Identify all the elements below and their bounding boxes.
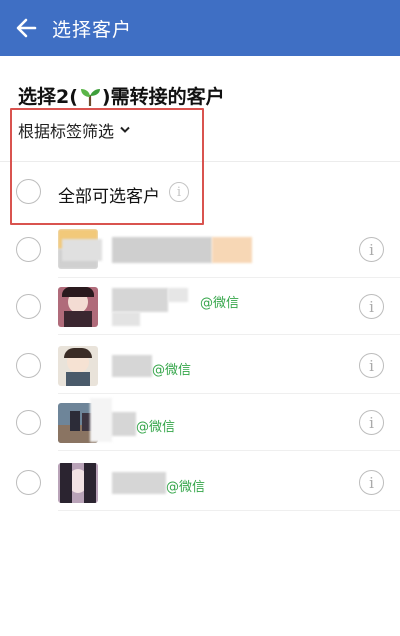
customer-row[interactable]: @微信 i (0, 394, 400, 451)
blurred-name (112, 355, 152, 377)
customer-row[interactable]: @微信 i (0, 278, 400, 335)
customer-radio[interactable] (16, 410, 41, 435)
customer-info-icon[interactable]: i (359, 237, 384, 262)
blurred-name (112, 237, 212, 263)
blurred-name (90, 398, 112, 442)
wechat-tag: @微信 (166, 480, 206, 495)
customer-info-icon[interactable]: i (359, 353, 384, 378)
customer-info-icon[interactable]: i (359, 470, 384, 495)
wechat-tag: @微信 (152, 363, 192, 378)
wechat-tag: @微信 (136, 420, 176, 435)
wechat-tag: @微信 (200, 296, 240, 311)
customer-radio[interactable] (16, 353, 41, 378)
blurred-name (112, 412, 136, 436)
customer-radio[interactable] (16, 294, 41, 319)
divider (58, 510, 400, 511)
back-button[interactable] (0, 0, 52, 56)
blurred-name (62, 239, 102, 261)
divider (58, 334, 400, 335)
heading-prefix: 选择2( (18, 86, 78, 108)
transfer-heading: 选择2( )需转接的客户 (18, 82, 225, 109)
app-bar: 选择客户 (0, 0, 400, 56)
blurred-name (112, 472, 166, 494)
blurred-name (212, 237, 252, 263)
customer-row[interactable]: i (0, 221, 400, 278)
customer-avatar (58, 287, 98, 327)
customer-avatar (58, 346, 98, 386)
customer-avatar (58, 463, 98, 503)
customer-row[interactable]: @微信 i (0, 454, 400, 511)
divider (58, 450, 400, 451)
sprout-icon (80, 88, 100, 106)
customer-radio[interactable] (16, 470, 41, 495)
back-arrow-icon (16, 18, 37, 38)
blurred-name (112, 288, 168, 312)
customer-row[interactable]: @微信 i (0, 337, 400, 394)
blurred-name (112, 312, 140, 326)
highlight-box (10, 108, 204, 225)
heading-suffix: )需转接的客户 (101, 86, 225, 108)
customer-info-icon[interactable]: i (359, 294, 384, 319)
blurred-name (168, 288, 188, 302)
page-title: 选择客户 (52, 18, 133, 41)
customer-info-icon[interactable]: i (359, 410, 384, 435)
customer-radio[interactable] (16, 237, 41, 262)
